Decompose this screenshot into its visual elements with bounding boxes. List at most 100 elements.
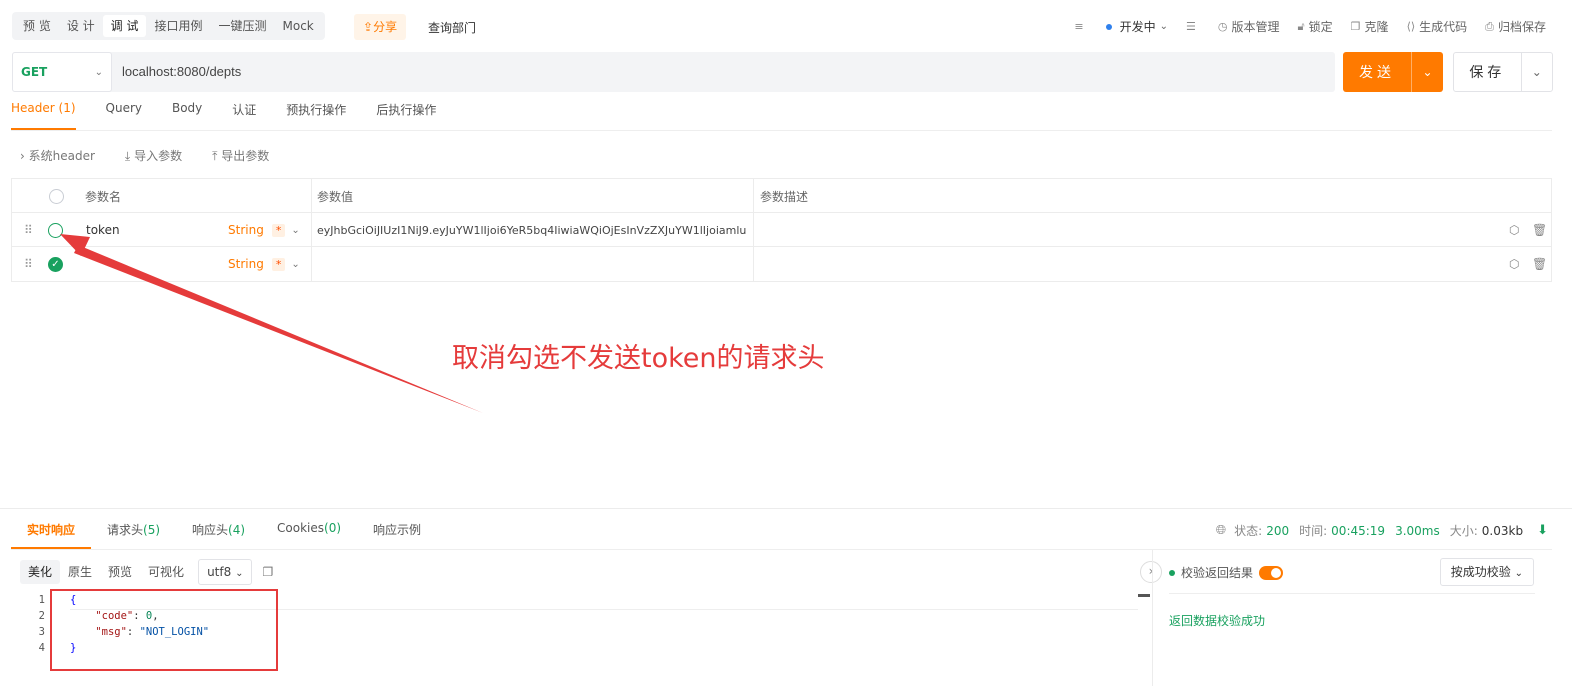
format-icon[interactable]: ≡ xyxy=(1074,20,1087,33)
param-type[interactable]: String xyxy=(228,257,264,271)
row-checkbox[interactable]: ✓ xyxy=(48,256,63,272)
download-icon[interactable]: ⬇︎ xyxy=(1537,523,1548,538)
clock-icon: ◷ xyxy=(1217,20,1228,33)
lock-button[interactable]: 🔓︎ 锁定 xyxy=(1298,18,1333,35)
download-icon: ⤓ xyxy=(124,149,131,163)
tab-design[interactable]: 设 计 xyxy=(59,15,103,37)
system-header-toggle[interactable]: › 系统header xyxy=(20,147,95,164)
code-icon: ⟨⟩ xyxy=(1406,20,1416,33)
col-value-header: 参数值 xyxy=(317,189,354,204)
select-all-checkbox[interactable] xyxy=(49,188,64,204)
tab-preview[interactable]: 预 览 xyxy=(15,15,59,37)
archive-button[interactable]: ⎙ 归档保存 xyxy=(1485,18,1546,35)
share-icon: ⇪ xyxy=(363,20,374,34)
divider xyxy=(0,508,1572,509)
tab-response-example[interactable]: 响应示例 xyxy=(357,521,437,549)
tab-pre-script[interactable]: 预执行操作 xyxy=(286,101,346,130)
divider xyxy=(1169,593,1535,594)
chevron-down-icon[interactable]: ⌄ xyxy=(1520,53,1552,91)
tab-stress-test[interactable]: 一键压测 xyxy=(211,15,275,37)
tab-realtime-response[interactable]: 实时响应 xyxy=(11,521,92,549)
row-checkbox[interactable] xyxy=(48,222,63,238)
params-table: 参数名 参数值 参数描述 ⠿ token String * ⌄ eyJhbGci… xyxy=(11,178,1552,282)
trash-icon[interactable]: 🗑︎ xyxy=(1532,213,1547,247)
annotation-box xyxy=(50,589,278,671)
param-type[interactable]: String xyxy=(228,223,264,237)
copy-icon: ❐ xyxy=(1350,20,1361,33)
tab-query[interactable]: Query xyxy=(106,101,142,130)
chevron-down-icon: ⌄ xyxy=(1159,21,1169,32)
param-desc[interactable] xyxy=(760,247,1500,281)
url-input[interactable]: localhost:8080/depts xyxy=(122,64,241,79)
send-button[interactable]: 发送 ⌄ xyxy=(1343,52,1443,92)
drag-handle-icon[interactable]: ⠿ xyxy=(24,213,33,247)
chevron-right-icon: › xyxy=(20,149,25,163)
col-name-header: 参数名 xyxy=(85,189,122,204)
param-value[interactable]: eyJhbGciOiJIUzI1NiJ9.eyJuYW1lIjoi6YeR5bq… xyxy=(317,213,747,247)
clone-button[interactable]: ❐ 克隆 xyxy=(1351,18,1389,35)
menu-icon[interactable]: ☰ xyxy=(1186,20,1200,33)
chevron-down-icon[interactable]: ⌄ xyxy=(291,259,299,270)
param-value[interactable] xyxy=(317,247,747,281)
url-bar: GET ⌄ localhost:8080/depts xyxy=(12,52,1335,92)
doc-title: 查询部门 xyxy=(428,21,477,35)
globe-icon[interactable]: 🌐︎ xyxy=(1216,523,1226,538)
request-tabs: Header (1) Query Body 认证 预执行操作 后执行操作 xyxy=(11,101,466,130)
chevron-down-icon: ⌄ xyxy=(94,66,103,78)
response-size: 0.03kb xyxy=(1481,523,1524,538)
mode-tabs: 预 览 设 计 调 试 接口用例 一键压测 Mock xyxy=(12,12,325,40)
copy-icon[interactable]: ❐ xyxy=(262,565,273,579)
drag-handle-icon[interactable]: ⠿ xyxy=(24,247,33,281)
tab-debug[interactable]: 调 试 xyxy=(102,15,147,37)
status-code: 200 xyxy=(1266,523,1290,538)
response-duration: 3.00ms xyxy=(1395,523,1440,538)
tab-request-headers[interactable]: 请求头(5) xyxy=(91,521,176,549)
validate-result: 返回数据校验成功 xyxy=(1169,614,1266,628)
chevron-down-icon: ⌄ xyxy=(1514,568,1523,579)
validate-toggle[interactable] xyxy=(1259,565,1284,580)
save-button[interactable]: 保存 ⌄ xyxy=(1453,52,1553,92)
env-selector[interactable]: 开发中 ⌄ xyxy=(1105,18,1169,35)
param-desc[interactable] xyxy=(760,213,1500,247)
tab-mock[interactable]: Mock xyxy=(275,15,322,37)
cube-icon[interactable]: ⬡ xyxy=(1509,247,1519,281)
tab-auth[interactable]: 认证 xyxy=(232,101,256,130)
upload-icon: ⤒ xyxy=(212,149,218,163)
divider xyxy=(11,130,1552,131)
tab-test-case[interactable]: 接口用例 xyxy=(146,15,210,37)
tab-preview[interactable]: 预览 xyxy=(100,560,140,584)
tab-header[interactable]: Header (1) xyxy=(11,101,76,130)
export-params-button[interactable]: ⤒ 导出参数 xyxy=(212,147,269,164)
col-desc-header: 参数描述 xyxy=(760,189,809,204)
tab-body[interactable]: Body xyxy=(172,101,202,130)
annotation-text: 取消勾选不发送token的请求头 xyxy=(452,343,825,374)
encoding-select[interactable]: utf8 ⌄ xyxy=(198,559,253,585)
validate-mode-select[interactable]: 按成功校验 ⌄ xyxy=(1439,558,1534,586)
tab-response-headers[interactable]: 响应头(4) xyxy=(176,521,261,549)
tab-beautify[interactable]: 美化 xyxy=(20,560,61,584)
import-params-button[interactable]: ⤓ 导入参数 xyxy=(125,147,182,164)
required-badge[interactable]: * xyxy=(271,223,286,237)
chevron-down-icon[interactable]: ⌄ xyxy=(1411,52,1443,92)
gen-code-button[interactable]: ⟨⟩ 生成代码 xyxy=(1407,18,1468,35)
tab-post-script[interactable]: 后执行操作 xyxy=(376,101,436,130)
archive-icon: ⎙ xyxy=(1485,19,1494,33)
chevron-down-icon[interactable]: ⌄ xyxy=(291,225,299,236)
env-dot xyxy=(1105,23,1112,30)
trash-icon[interactable]: 🗑︎ xyxy=(1532,247,1547,281)
version-button[interactable]: ◷ 版本管理 xyxy=(1218,18,1280,35)
table-row: ⠿ ✓ String * ⌄ ⬡ 🗑︎ xyxy=(12,247,1551,281)
cube-icon[interactable]: ⬡ xyxy=(1509,213,1519,247)
chevron-down-icon: ⌄ xyxy=(235,568,244,579)
scrollbar[interactable] xyxy=(1138,594,1150,597)
tab-visualize[interactable]: 可视化 xyxy=(140,560,192,584)
top-toolbar: ≡ 开发中 ⌄ ☰ ◷ 版本管理 🔓︎ 锁定 ❐ 克隆 ⟨⟩ 生成代码 ⎙ 归档保存 xyxy=(1056,18,1546,35)
header-actions: › 系统header ⤓ 导入参数 ⤒ 导出参数 xyxy=(20,147,299,164)
share-button[interactable]: ⇪分享 xyxy=(354,14,407,40)
table-header: 参数名 参数值 参数描述 xyxy=(12,179,1551,213)
param-name[interactable]: token xyxy=(86,213,120,247)
method-select[interactable]: GET ⌄ xyxy=(12,52,112,92)
required-badge[interactable]: * xyxy=(271,257,286,271)
tab-raw[interactable]: 原生 xyxy=(60,560,100,584)
tab-cookies[interactable]: Cookies(0) xyxy=(261,521,357,549)
